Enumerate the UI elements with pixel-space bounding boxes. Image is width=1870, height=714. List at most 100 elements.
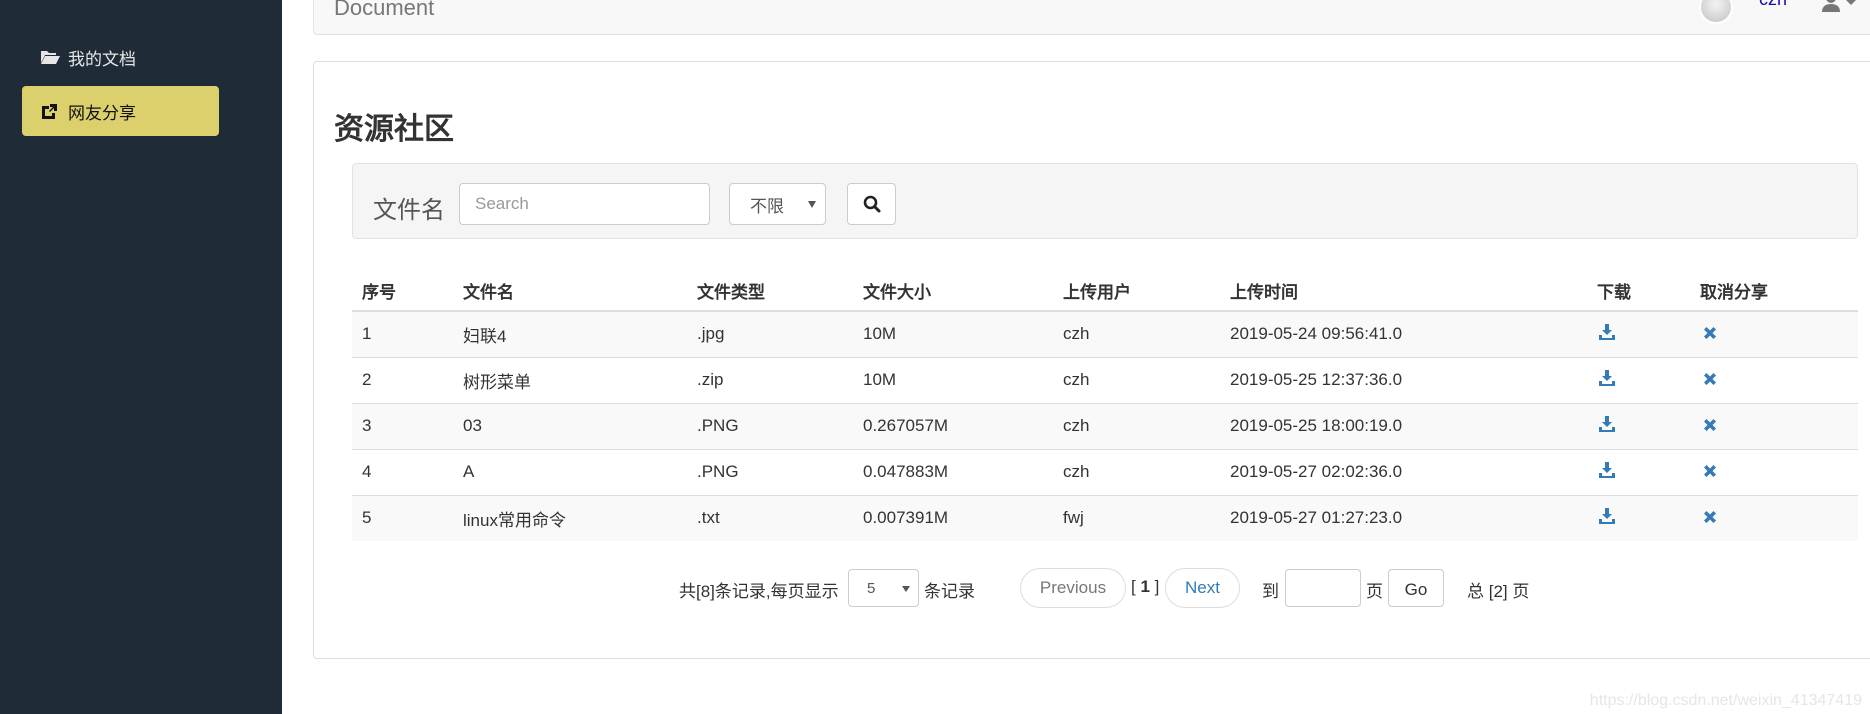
cell-index: 5 xyxy=(352,494,453,541)
col-header-user: 上传用户 xyxy=(1053,270,1220,312)
col-header-unshare: 取消分享 xyxy=(1690,270,1858,312)
cell-time: 2019-05-25 18:00:19.0 xyxy=(1220,402,1587,449)
total-records-text: 共[8]条记录,每页显示 xyxy=(679,582,839,601)
cell-type: .PNG xyxy=(687,448,853,495)
cell-time: 2019-05-24 09:56:41.0 xyxy=(1220,310,1587,357)
cell-user: fwj xyxy=(1053,494,1220,541)
cell-size: 0.047883M xyxy=(853,448,1053,495)
table-row: 2 树形菜单 .zip 10M czh 2019-05-25 12:37:36.0 xyxy=(352,356,1858,403)
table-row: 5 linux常用命令 .txt 0.007391M fwj 2019-05-27 01:… xyxy=(352,494,1858,541)
cell-type: .jpg xyxy=(687,310,853,357)
user-menu-toggle[interactable] xyxy=(1822,0,1862,13)
sidebar-item-friend-shares[interactable]: 网友分享 xyxy=(22,86,219,136)
cell-download xyxy=(1587,310,1690,357)
col-header-type: 文件类型 xyxy=(687,270,853,312)
cell-unshare xyxy=(1690,356,1858,403)
cell-index: 4 xyxy=(352,448,453,495)
sidebar: 我的文档 网友分享 xyxy=(0,0,282,714)
caret-down-icon xyxy=(902,586,910,592)
table-row: 3 03 .PNG 0.267057M czh 2019-05-25 18:00:19.0 xyxy=(352,402,1858,449)
page-unit-label: 页 xyxy=(1366,582,1383,601)
cell-unshare xyxy=(1690,494,1858,541)
search-icon xyxy=(863,195,880,213)
search-label: 文件名 xyxy=(373,197,445,224)
page-title: 资源社区 xyxy=(334,113,454,146)
remove-icon[interactable] xyxy=(1700,369,1720,389)
cell-name: linux常用命令 xyxy=(453,494,687,541)
cell-index: 1 xyxy=(352,310,453,357)
avatar[interactable] xyxy=(1699,0,1733,24)
download-icon[interactable] xyxy=(1597,322,1617,342)
remove-icon[interactable] xyxy=(1700,461,1720,481)
cell-user: czh xyxy=(1053,448,1220,495)
records-text: 条记录 xyxy=(924,582,975,601)
top-navbar: Document czh xyxy=(313,0,1870,35)
search-input[interactable] xyxy=(459,183,710,225)
cell-time: 2019-05-25 12:37:36.0 xyxy=(1220,356,1587,403)
goto-page-input[interactable] xyxy=(1285,569,1361,607)
current-page: [ 1 ] xyxy=(1131,577,1159,597)
cell-unshare xyxy=(1690,402,1858,449)
files-table: 序号 文件名 文件类型 文件大小 上传用户 上传时间 下载 取消分享 1 妇联4.… xyxy=(352,270,1858,541)
caret-down-icon xyxy=(808,201,816,208)
table-header-row: 序号 文件名 文件类型 文件大小 上传用户 上传时间 下载 取消分享 xyxy=(352,270,1858,312)
next-button[interactable]: Next xyxy=(1165,568,1240,608)
remove-icon[interactable] xyxy=(1700,323,1720,343)
col-header-name: 文件名 xyxy=(453,270,687,312)
download-icon[interactable] xyxy=(1597,506,1617,526)
cell-name: 03 xyxy=(453,402,687,449)
cell-user: czh xyxy=(1053,356,1220,403)
cell-type: .zip xyxy=(687,356,853,403)
cell-download xyxy=(1587,448,1690,495)
cell-type: .PNG xyxy=(687,402,853,449)
cell-download xyxy=(1587,356,1690,403)
cell-size: 0.007391M xyxy=(853,494,1053,541)
cell-name: 妇联4 xyxy=(453,310,687,357)
cell-index: 3 xyxy=(352,402,453,449)
username-link[interactable]: czh xyxy=(1759,0,1787,10)
folder-open-icon xyxy=(40,48,62,66)
cell-unshare xyxy=(1690,448,1858,495)
pagination: 共[8]条记录,每页显示 5 条记录 Previous [ 1 ] Next 到… xyxy=(314,566,1870,608)
goto-label: 到 xyxy=(1262,582,1279,601)
sidebar-item-label: 我的文档 xyxy=(68,49,136,69)
cell-time: 2019-05-27 01:27:23.0 xyxy=(1220,494,1587,541)
col-header-download: 下载 xyxy=(1587,270,1690,312)
current-page-suffix: ] xyxy=(1149,577,1160,596)
search-bar: 文件名 不限 xyxy=(352,163,1858,239)
download-icon[interactable] xyxy=(1597,368,1617,388)
share-icon xyxy=(40,102,62,120)
cell-size: 10M xyxy=(853,310,1053,357)
total-pages-text: 总 [2] 页 xyxy=(1467,582,1530,601)
brand[interactable]: Document xyxy=(334,0,434,21)
page-size-select[interactable]: 5 xyxy=(848,569,919,607)
remove-icon[interactable] xyxy=(1700,415,1720,435)
file-type-select-value: 不限 xyxy=(750,196,784,216)
watermark: https://blog.csdn.net/weixin_41347419 xyxy=(1589,692,1862,709)
cell-user: czh xyxy=(1053,310,1220,357)
cell-size: 10M xyxy=(853,356,1053,403)
main-panel: 资源社区 文件名 不限 序号 文件名 文件类型 文件大小 上传用户 上传时间 下… xyxy=(313,61,1870,659)
current-page-number: 1 xyxy=(1140,577,1150,596)
cell-time: 2019-05-27 02:02:36.0 xyxy=(1220,448,1587,495)
sidebar-item-label: 网友分享 xyxy=(68,103,136,123)
search-button[interactable] xyxy=(847,183,896,225)
go-button[interactable]: Go xyxy=(1388,569,1444,607)
previous-button[interactable]: Previous xyxy=(1020,568,1126,608)
col-header-size: 文件大小 xyxy=(853,270,1053,312)
sidebar-item-my-documents[interactable]: 我的文档 xyxy=(22,32,219,82)
table-row: 4 A .PNG 0.047883M czh 2019-05-27 02:02:36.0 xyxy=(352,448,1858,495)
cell-index: 2 xyxy=(352,356,453,403)
file-type-select[interactable]: 不限 xyxy=(729,183,826,225)
download-icon[interactable] xyxy=(1597,414,1617,434)
download-icon[interactable] xyxy=(1597,460,1617,480)
remove-icon[interactable] xyxy=(1700,507,1720,527)
user-icon xyxy=(1822,0,1840,12)
page-size-value: 5 xyxy=(867,579,876,597)
cell-download xyxy=(1587,402,1690,449)
table-row: 1 妇联4 .jpg 10M czh 2019-05-24 09:56:41.0 xyxy=(352,310,1858,357)
cell-size: 0.267057M xyxy=(853,402,1053,449)
cell-name: 树形菜单 xyxy=(453,356,687,403)
cell-name: A xyxy=(453,448,687,495)
cell-download xyxy=(1587,494,1690,541)
